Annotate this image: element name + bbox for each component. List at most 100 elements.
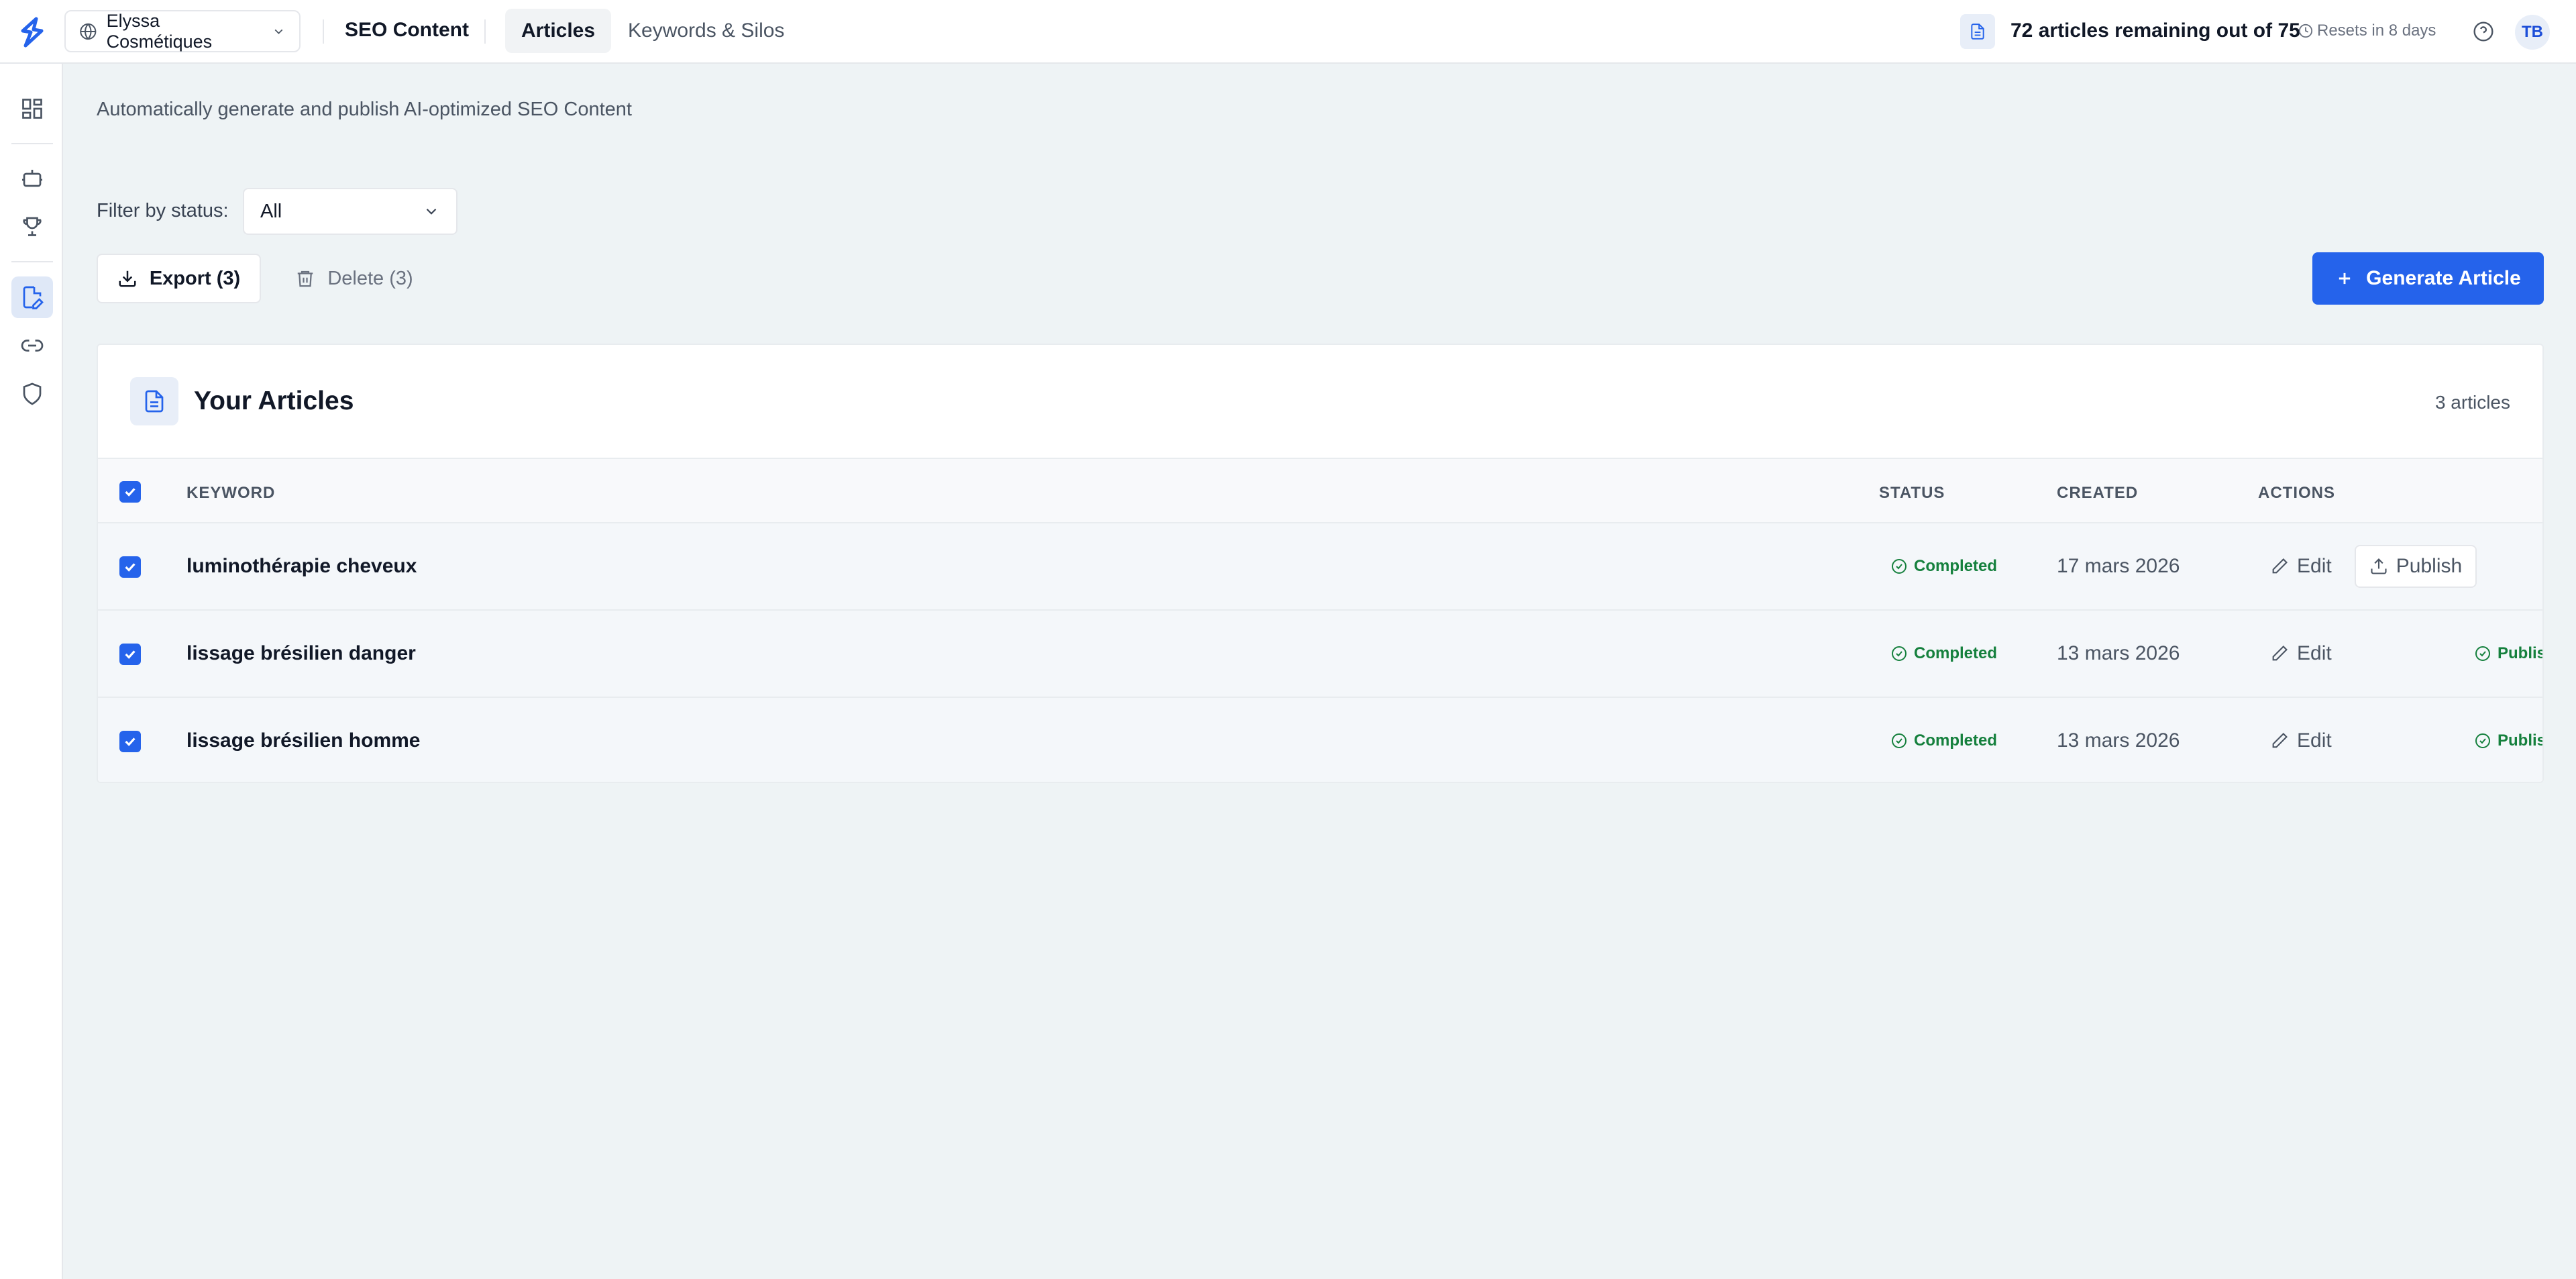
edit-button[interactable]: Edit: [2270, 729, 2332, 752]
chevron-down-icon: [426, 208, 437, 215]
table-row: lissage brésilien homme Completed 13 mar…: [98, 698, 2542, 782]
reset-text: Resets in 8 days: [2317, 21, 2436, 40]
trophy-icon: [23, 217, 42, 236]
column-header-status[interactable]: STATUS: [1879, 484, 1945, 503]
edit-label: Edit: [2297, 729, 2332, 752]
sidebar-item-links[interactable]: [11, 325, 53, 366]
publish-label: Publish: [2396, 555, 2463, 577]
select-all-checkbox[interactable]: [119, 481, 141, 503]
sidebar-divider: [11, 143, 53, 144]
reset-info: Resets in 8 days: [2298, 21, 2436, 40]
pencil-icon: [2272, 733, 2288, 748]
help-icon[interactable]: [2473, 21, 2494, 42]
card-header: Your Articles 3 articles: [98, 345, 2542, 458]
table-row: luminothérapie cheveux Completed 17 mars…: [98, 523, 2542, 611]
sidebar-divider: [11, 261, 53, 262]
created-date: 17 mars 2026: [2057, 555, 2180, 577]
publish-button[interactable]: Publish: [2355, 545, 2477, 588]
article-edit-icon: [23, 286, 44, 309]
article-count: 3 articles: [2434, 392, 2510, 413]
status-text: Completed: [1914, 557, 1998, 575]
published-text: Published: [2498, 731, 2542, 750]
pencil-icon: [2272, 646, 2288, 661]
site-name: Elyssa Cosmétiques: [106, 10, 213, 52]
document-icon: [1960, 14, 1995, 49]
column-header-created[interactable]: CREATED: [2057, 484, 2138, 503]
site-selector[interactable]: Elyssa Cosmétiques: [64, 10, 301, 52]
check-icon: [125, 737, 136, 746]
articles-card: Your Articles 3 articles KEYWORD STATUS …: [97, 344, 2544, 783]
edit-button[interactable]: Edit: [2270, 555, 2332, 578]
status-filter-value: All: [260, 200, 282, 222]
published-text: Published: [2498, 644, 2542, 662]
document-icon: [130, 377, 178, 425]
delete-label: Delete (3): [327, 267, 413, 289]
tab-keywords-silos[interactable]: Keywords & Silos: [612, 9, 800, 53]
divider: [484, 19, 486, 44]
check-icon: [125, 650, 136, 659]
check-circle-icon: [1892, 733, 1907, 748]
check-circle-icon: [1892, 559, 1907, 574]
check-icon: [125, 563, 136, 572]
top-bar: Elyssa Cosmétiques SEO Content Articles …: [0, 0, 2576, 64]
status-badge: Completed: [1891, 731, 1997, 750]
filter-label: Filter by status:: [97, 200, 229, 221]
download-icon: [119, 270, 136, 287]
tab-articles[interactable]: Articles: [505, 9, 612, 53]
table-header: KEYWORD STATUS CREATED ACTIONS: [98, 458, 2542, 523]
quota-text: 72 articles remaining out of 75: [2010, 19, 2300, 42]
published-badge: Published: [2475, 644, 2542, 663]
link-icon: [21, 340, 44, 352]
sidebar-item-robot[interactable]: [11, 157, 53, 199]
edit-button[interactable]: Edit: [2270, 642, 2332, 665]
card-title: Your Articles: [194, 387, 354, 415]
app-logo-icon[interactable]: [16, 16, 48, 48]
sidebar-item-security[interactable]: [11, 373, 53, 415]
row-checkbox[interactable]: [119, 556, 141, 578]
check-icon: [125, 488, 136, 497]
export-label: Export (3): [149, 267, 241, 289]
row-keyword[interactable]: luminothérapie cheveux: [186, 555, 417, 578]
generate-label: Generate Article: [2366, 267, 2521, 289]
published-badge: Published: [2475, 731, 2542, 750]
edit-label: Edit: [2297, 642, 2332, 664]
status-filter-select[interactable]: All: [243, 188, 458, 235]
status-text: Completed: [1914, 644, 1998, 662]
app-title: SEO Content: [345, 19, 469, 41]
row-checkbox[interactable]: [119, 731, 141, 752]
sidebar-item-trophy[interactable]: [11, 205, 53, 247]
check-circle-icon: [2475, 646, 2490, 661]
status-badge: Completed: [1891, 644, 1997, 663]
row-keyword[interactable]: lissage brésilien homme: [186, 729, 420, 752]
page-subtitle: Automatically generate and publish AI-op…: [97, 99, 632, 120]
table-row: lissage brésilien danger Completed 13 ma…: [98, 611, 2542, 698]
created-date: 13 mars 2026: [2057, 642, 2180, 664]
status-text: Completed: [1914, 731, 1998, 750]
shield-icon: [23, 382, 42, 405]
check-circle-icon: [1892, 646, 1907, 661]
upload-icon: [2371, 558, 2387, 574]
export-button[interactable]: Export (3): [97, 254, 261, 303]
delete-button[interactable]: Delete (3): [280, 254, 428, 303]
avatar[interactable]: TB: [2515, 15, 2550, 50]
generate-article-button[interactable]: Generate Article: [2312, 252, 2544, 305]
clock-icon: [2298, 23, 2313, 38]
trash-icon: [298, 270, 313, 287]
edit-label: Edit: [2297, 555, 2332, 577]
column-header-keyword[interactable]: KEYWORD: [186, 484, 275, 503]
sidebar-item-articles[interactable]: [11, 276, 53, 318]
created-date: 13 mars 2026: [2057, 729, 2180, 752]
check-circle-icon: [2475, 733, 2490, 748]
pencil-icon: [2272, 558, 2288, 574]
row-checkbox[interactable]: [119, 644, 141, 665]
plus-icon: [2339, 272, 2351, 285]
robot-icon: [22, 170, 42, 187]
row-keyword[interactable]: lissage brésilien danger: [186, 642, 416, 665]
sidebar: [0, 64, 63, 1279]
globe-icon: [80, 23, 97, 40]
column-header-actions: ACTIONS: [2258, 484, 2335, 502]
divider: [323, 19, 324, 44]
sidebar-item-dashboard[interactable]: [11, 88, 53, 130]
dashboard-icon: [22, 99, 42, 119]
status-badge: Completed: [1891, 557, 1997, 576]
